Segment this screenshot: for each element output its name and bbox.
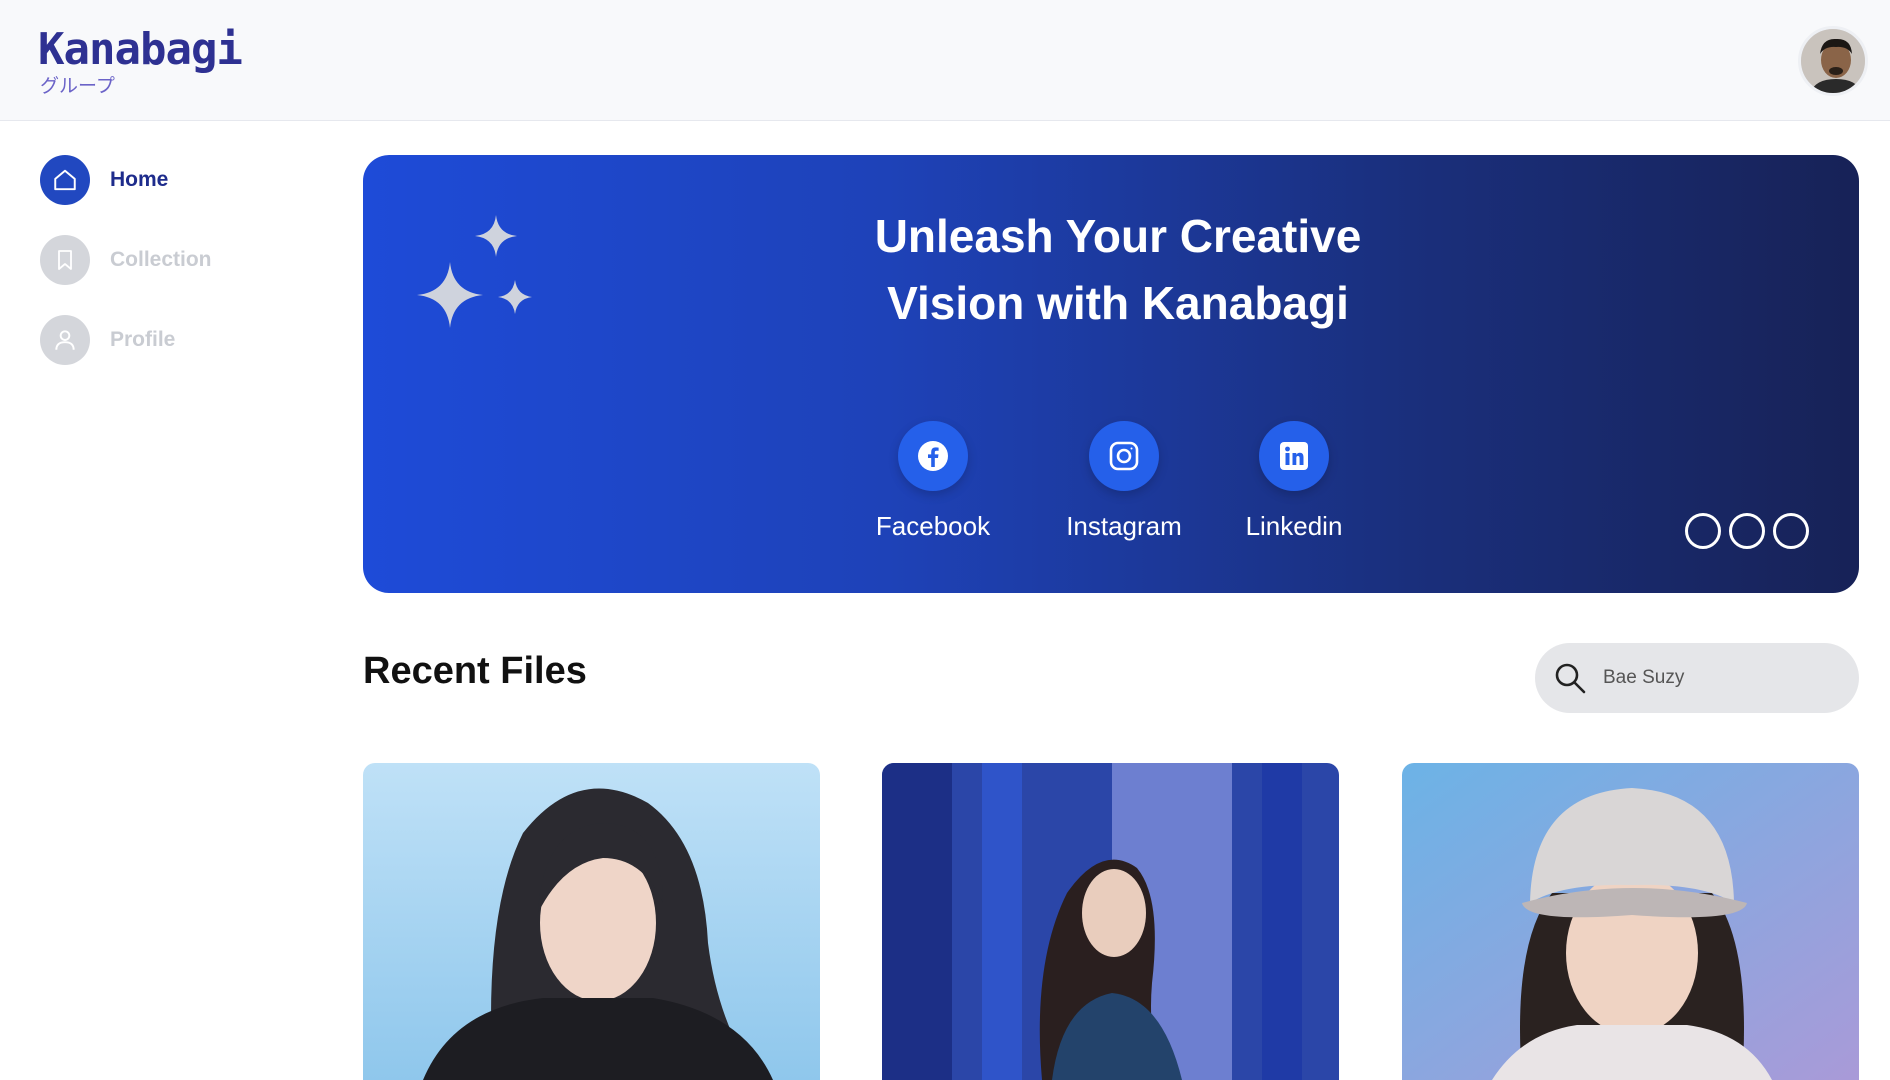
instagram-icon	[1089, 421, 1159, 491]
facebook-icon	[898, 421, 968, 491]
sidebar-item-label: Profile	[110, 328, 176, 351]
hero-title: Unleash Your Creative Vision with Kanaba…	[753, 203, 1483, 337]
instagram-link[interactable]: Instagram	[1049, 421, 1199, 542]
carousel-dot[interactable]	[1773, 513, 1809, 549]
logo[interactable]: Kanabagi グループ	[38, 24, 243, 97]
hero-title-line: Vision with Kanabagi	[887, 277, 1349, 329]
facebook-link[interactable]: Facebook	[869, 421, 997, 542]
avatar-photo	[1801, 29, 1865, 93]
linkedin-link[interactable]: Linkedin	[1239, 421, 1349, 542]
file-thumbnail	[363, 763, 820, 1080]
sidebar-item-profile[interactable]: Profile	[40, 315, 175, 365]
sidebar: Home Collection Profile	[0, 121, 340, 1080]
sidebar-item-collection[interactable]: Collection	[40, 235, 212, 285]
hero-banner: Unleash Your Creative Vision with Kanaba…	[363, 155, 1859, 593]
sparkles-icon	[417, 215, 532, 328]
facebook-label: Facebook	[875, 511, 991, 541]
search-input[interactable]	[1603, 667, 1823, 689]
linkedin-label: Linkedin	[1245, 511, 1343, 541]
top-bar: Kanabagi グループ	[0, 0, 1890, 121]
search-icon	[1555, 663, 1586, 694]
sidebar-item-label: Collection	[110, 248, 212, 271]
file-thumbnail	[1402, 763, 1859, 1080]
sidebar-item-label: Home	[110, 168, 169, 191]
home-icon	[40, 155, 90, 205]
logo-wordmark: Kanabagi	[38, 24, 243, 75]
file-thumbnail	[882, 763, 1339, 1080]
user-icon	[40, 315, 90, 365]
file-card[interactable]	[363, 763, 820, 1080]
instagram-label: Instagram	[1066, 511, 1182, 541]
hero-title-line: Unleash Your Creative	[874, 210, 1362, 262]
carousel-indicators	[1685, 513, 1809, 549]
linkedin-icon	[1259, 421, 1329, 491]
carousel-dot[interactable]	[1729, 513, 1765, 549]
search-bar[interactable]	[1535, 643, 1859, 713]
file-card[interactable]	[1402, 763, 1859, 1080]
section-title: Recent Files	[363, 650, 587, 692]
bookmark-icon	[40, 235, 90, 285]
logo-subtitle: グループ	[40, 75, 115, 97]
sidebar-item-home[interactable]: Home	[40, 155, 168, 205]
file-card[interactable]	[882, 763, 1339, 1080]
carousel-dot[interactable]	[1685, 513, 1721, 549]
user-avatar[interactable]	[1798, 26, 1868, 96]
